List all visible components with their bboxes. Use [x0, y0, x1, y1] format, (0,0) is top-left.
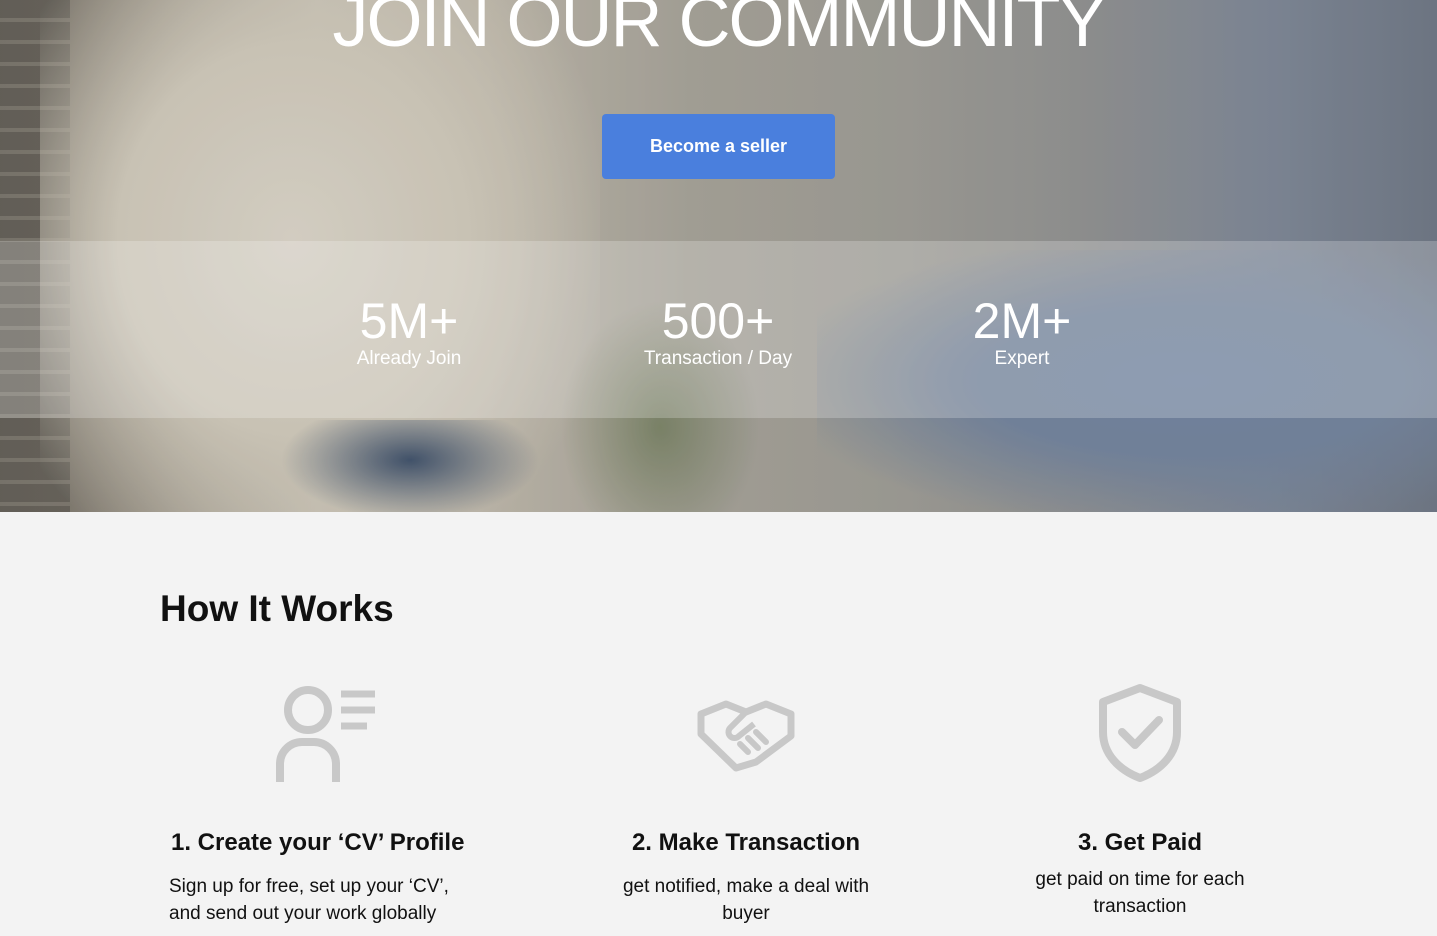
step-description-line-1: get paid on time for each	[1035, 869, 1245, 890]
profile-icon	[160, 682, 490, 782]
stat-value: 2M+	[972, 293, 1072, 349]
shield-check-icon	[1000, 682, 1280, 782]
how-it-works-section: How It Works 1. Create your ‘CV’ Profile…	[0, 512, 1437, 936]
step-description-line-1: Sign up for free, set up your ‘CV’,	[169, 876, 449, 897]
stat-label: Already Join	[356, 348, 462, 369]
stats-band: 5M+ Already Join 500+ Transaction / Day …	[0, 241, 1437, 418]
become-seller-button[interactable]: Become a seller	[602, 114, 835, 179]
step-description-line-2: buyer	[722, 903, 770, 924]
step-create-profile: 1. Create your ‘CV’ Profile Sign up for …	[160, 682, 490, 927]
handshake-icon	[596, 682, 896, 782]
step-get-paid: 3. Get Paid get paid on time for each tr…	[1000, 682, 1280, 920]
step-title: 1. Create your ‘CV’ Profile	[171, 829, 465, 856]
stat-value: 500+	[661, 293, 775, 349]
step-description-line-1: get notified, make a deal with	[622, 876, 870, 897]
hero-title: JOIN OUR COMMUNITY	[332, 0, 1107, 62]
hero-section: JOIN OUR COMMUNITY Become a seller 5M+ A…	[0, 0, 1437, 512]
step-description-line-2: transaction	[1093, 896, 1187, 917]
step-make-transaction: 2. Make Transaction get notified, make a…	[596, 682, 896, 927]
stat-value: 5M+	[359, 293, 459, 349]
stat-expert: 2M+ Expert	[902, 296, 1142, 370]
stat-label: Expert	[994, 348, 1050, 369]
step-title: 2. Make Transaction	[631, 829, 861, 856]
step-description-line-2: and send out your work globally	[169, 903, 437, 924]
how-it-works-title: How It Works	[160, 588, 394, 629]
stat-already-join: 5M+ Already Join	[289, 296, 529, 370]
step-title: 3. Get Paid	[1077, 829, 1203, 856]
stat-transactions-per-day: 500+ Transaction / Day	[598, 296, 838, 370]
stat-label: Transaction / Day	[643, 348, 793, 369]
